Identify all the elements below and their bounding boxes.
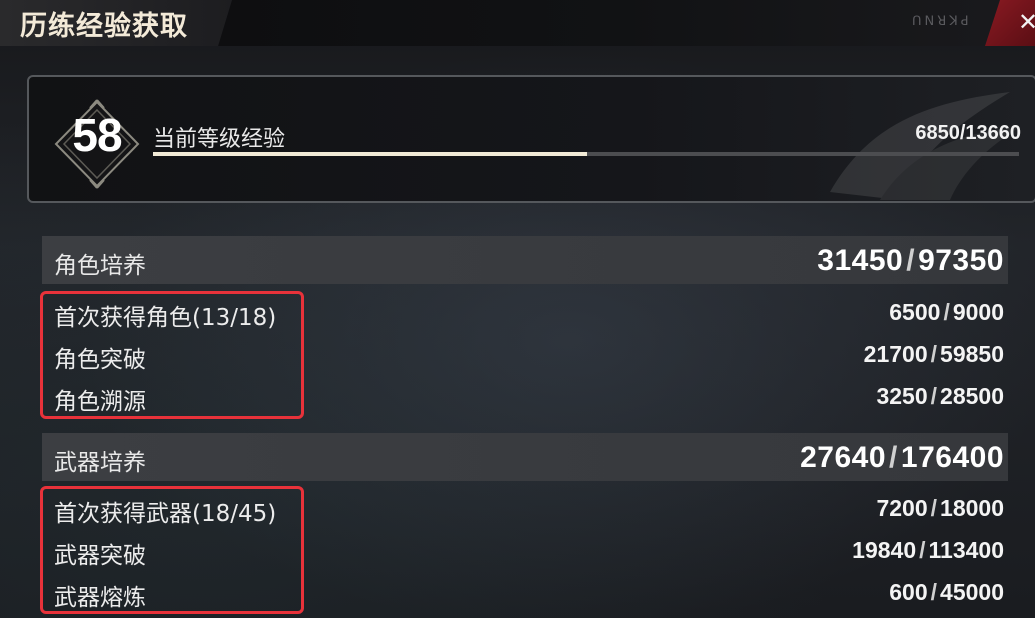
row-max: 113400 (928, 537, 1004, 563)
row-current: 6500 (889, 299, 941, 325)
separator: / (930, 579, 938, 605)
decorative-runes: ꓵꓠꓤꓘꓒ (912, 14, 972, 29)
row-current: 3250 (876, 383, 928, 409)
row-current: 21700 (863, 341, 928, 367)
row-max: 28500 (940, 383, 1004, 409)
section-current: 27640 (800, 441, 887, 474)
level-number: 58 (72, 109, 122, 161)
level-exp-value: 6850/13660 (915, 122, 1021, 144)
section-current: 31450 (817, 244, 904, 277)
section-title: 武器培养 (54, 450, 146, 476)
row-value: 6500/9000 (889, 299, 1004, 326)
section-header-character: 角色培养 31450/97350 (42, 236, 1008, 284)
section-max: 97350 (918, 244, 1004, 277)
exp-progress-bar (153, 152, 1019, 156)
row-value: 3250/28500 (876, 383, 1004, 410)
separator: / (889, 441, 898, 474)
row-current: 7200 (876, 495, 928, 521)
close-icon[interactable]: ✕ (1018, 8, 1035, 36)
row-value: 19840/113400 (852, 537, 1004, 564)
separator: / (906, 244, 916, 277)
separator: / (930, 495, 938, 521)
section-title: 角色培养 (54, 253, 146, 279)
row-value: 21700/59850 (864, 341, 1004, 368)
row-max: 59850 (940, 341, 1004, 367)
window-title: 历练经验获取 (20, 11, 188, 42)
separator: / (930, 383, 938, 409)
section-total: 31450/97350 (817, 244, 1004, 278)
highlight-box-weapon (40, 486, 304, 614)
highlight-box-character (40, 291, 304, 419)
exp-progress-fill (153, 152, 588, 156)
row-max: 18000 (940, 495, 1004, 521)
separator: / (919, 537, 926, 563)
row-current: 19840 (852, 537, 917, 563)
row-value: 7200/18000 (876, 495, 1004, 522)
section-max: 176400 (900, 441, 1004, 474)
row-max: 45000 (940, 579, 1004, 605)
separator: / (930, 341, 938, 367)
section-total: 27640/176400 (800, 441, 1004, 475)
row-current: 600 (889, 579, 928, 605)
row-value: 600/45000 (889, 579, 1004, 606)
level-exp-label: 当前等级经验 (153, 127, 286, 152)
separator: / (943, 299, 950, 325)
section-header-weapon: 武器培养 27640/176400 (42, 433, 1008, 481)
row-max: 9000 (952, 299, 1004, 325)
